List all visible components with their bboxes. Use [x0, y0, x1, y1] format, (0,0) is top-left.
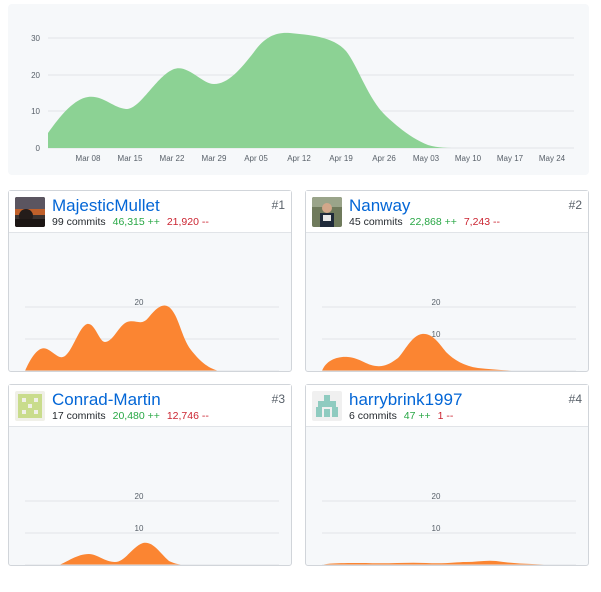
x-tick-label: Mar 22 — [160, 154, 185, 163]
contributor-rank: #3 — [271, 392, 285, 406]
x-tick-label: May 17 — [497, 154, 524, 163]
deletions-count: 7,243 -- — [463, 216, 501, 228]
commit-count: 17 commits — [52, 410, 106, 422]
contributor-rank: #1 — [271, 198, 285, 212]
y-tick-label: 10 — [31, 107, 40, 116]
contributor-activity-area — [322, 560, 576, 565]
deletions-count: 12,746 -- — [166, 410, 209, 422]
contributor-name-link[interactable]: Nanway — [349, 196, 410, 216]
x-tick-label: Mar 29 — [202, 154, 227, 163]
identicon-icon — [15, 391, 45, 421]
additions-count: 46,315 ++ — [112, 216, 160, 228]
x-tick-label: May 10 — [455, 154, 482, 163]
identicon-icon — [312, 391, 342, 421]
avatar-photo-icon — [312, 197, 342, 227]
contributor-chart: 2010Mar 08Mar 29Apr 19May 10 — [322, 492, 576, 565]
contributor-activity-area — [25, 305, 279, 371]
contributor-stats: 99 commits 46,315 ++ 21,920 -- — [52, 216, 209, 229]
contributor-name-link[interactable]: MajesticMullet — [52, 196, 160, 216]
contributor-card: MajesticMullet 99 commits 46,315 ++ 21,9… — [8, 190, 292, 372]
deletions-count: 1 -- — [437, 410, 454, 422]
additions-count: 22,868 ++ — [409, 216, 457, 228]
x-tick-label: Apr 26 — [372, 154, 396, 163]
x-tick-label: Apr 12 — [287, 154, 311, 163]
commit-count: 99 commits — [52, 216, 106, 228]
commit-count: 45 commits — [349, 216, 403, 228]
contributor-name-link[interactable]: Conrad-Martin — [52, 390, 161, 410]
x-tick-label: May 03 — [413, 154, 440, 163]
contributor-chart: 2010Mar 08Mar 29Apr 19May 10 — [25, 492, 279, 565]
y-tick-label: 20 — [135, 298, 144, 307]
x-tick-label: Mar 08 — [76, 154, 101, 163]
x-tick-label: Apr 05 — [244, 154, 268, 163]
commit-activity-chart: 0 10 20 30 Mar 08 Mar 15 Mar 22 Mar 29 Apr 05 Apr… — [8, 4, 589, 175]
contributor-rank: #4 — [568, 392, 582, 406]
avatar[interactable] — [15, 197, 45, 227]
contributor-chart: 2010Mar 08Mar 29Apr 19May 10 — [25, 298, 279, 371]
contributor-name-link[interactable]: harrybrink1997 — [349, 390, 462, 410]
contributor-card-header: Conrad-Martin 17 commits 20,480 ++ 12,74… — [9, 385, 291, 427]
avatar[interactable] — [15, 391, 45, 421]
contributor-rank: #2 — [568, 198, 582, 212]
avatar-photo-icon — [15, 197, 45, 227]
contributor-card-header: MajesticMullet 99 commits 46,315 ++ 21,9… — [9, 191, 291, 233]
contributor-stats: 45 commits 22,868 ++ 7,243 -- — [349, 216, 500, 229]
x-tick-label: Mar 15 — [118, 154, 143, 163]
y-tick-label: 20 — [432, 298, 441, 307]
y-tick-label: 20 — [432, 492, 441, 501]
commit-activity-svg: 0 10 20 30 Mar 08 Mar 15 Mar 22 Mar 29 Apr 05 Apr… — [31, 32, 574, 163]
additions-count: 47 ++ — [403, 410, 431, 422]
y-tick-label: 20 — [135, 492, 144, 501]
y-tick-label: 30 — [31, 34, 40, 43]
contributor-activity-area — [59, 542, 189, 565]
deletions-count: 21,920 -- — [166, 216, 209, 228]
y-tick-label: 10 — [135, 524, 144, 533]
contributor-chart: 2010Mar 08Mar 29Apr 19May 10 — [322, 298, 576, 371]
contributor-card-header: Nanway 45 commits 22,868 ++ 7,243 -- #2 — [306, 191, 588, 233]
contributor-card: harrybrink1997 6 commits 47 ++ 1 -- #4 2… — [305, 384, 589, 566]
avatar[interactable] — [312, 391, 342, 421]
x-tick-label: Apr 19 — [329, 154, 353, 163]
contributor-stats: 6 commits 47 ++ 1 -- — [349, 410, 453, 423]
y-tick-label: 0 — [36, 144, 41, 153]
y-tick-label: 10 — [432, 524, 441, 533]
contributor-card-header: harrybrink1997 6 commits 47 ++ 1 -- #4 — [306, 385, 588, 427]
contributor-card: Nanway 45 commits 22,868 ++ 7,243 -- #2 … — [305, 190, 589, 372]
additions-count: 20,480 ++ — [112, 410, 160, 422]
commit-activity-area — [48, 32, 574, 148]
avatar[interactable] — [312, 197, 342, 227]
commit-count: 6 commits — [349, 410, 397, 422]
x-tick-label: May 24 — [539, 154, 566, 163]
contributor-card: Conrad-Martin 17 commits 20,480 ++ 12,74… — [8, 384, 292, 566]
y-tick-label: 20 — [31, 71, 40, 80]
contributor-stats: 17 commits 20,480 ++ 12,746 -- — [52, 410, 209, 423]
